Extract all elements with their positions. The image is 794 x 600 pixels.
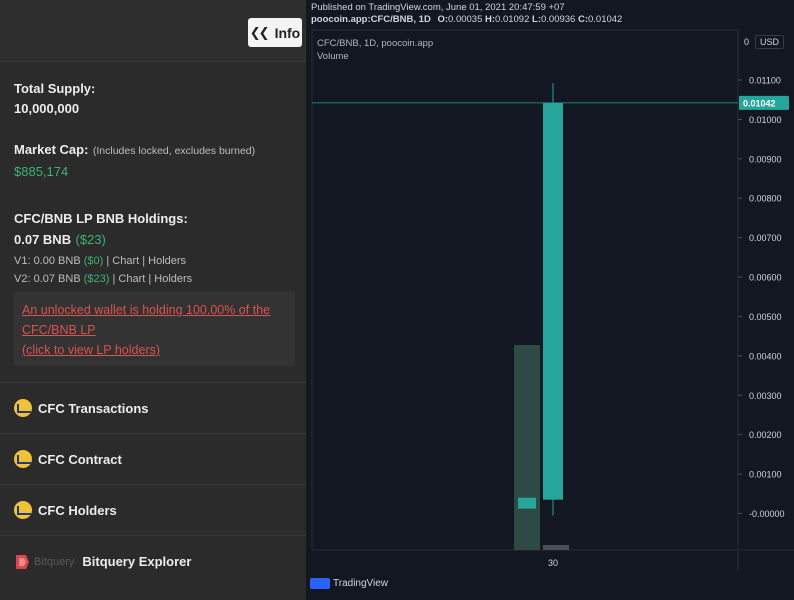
- lp-v2-row: V2: 0.07 BNB ($23) | Chart | Holders: [14, 273, 192, 285]
- last-price-label: 0.01042: [743, 98, 776, 108]
- y-tick-label: 0.00700: [749, 233, 782, 243]
- lp-warning-line-1: An unlocked wallet is holding 100.00% of…: [22, 303, 271, 317]
- chart-badge-icon: [14, 399, 32, 417]
- nav-contract[interactable]: CFC Contract: [0, 433, 306, 484]
- volume-bar: [543, 545, 569, 550]
- tradingview-footer[interactable]: TradingView: [310, 578, 388, 589]
- separator: |: [142, 255, 146, 267]
- chart-legend-title: CFC/BNB, 1D, poocoin.app: [317, 38, 434, 49]
- total-supply-label: Total Supply:: [14, 81, 96, 96]
- tradingview-footer-label: TradingView: [333, 578, 389, 589]
- y-tick-label: 0.00300: [749, 391, 782, 401]
- lp-holdings-value: 0.07 BNB: [14, 232, 72, 247]
- chevron-double-left-icon: ❮❮: [249, 24, 270, 40]
- currency-zero: 0: [744, 37, 750, 47]
- y-tick-label: 0.00200: [749, 430, 782, 440]
- token-info-panel: ❮❮ Info Total Supply: 10,000,000 Market …: [0, 0, 306, 600]
- info-toggle-button[interactable]: ❮❮ Info: [248, 18, 302, 47]
- chart-plot[interactable]: 0.01100 0.01000 0.00900 0.00800 0.00700 0.006…: [306, 0, 794, 600]
- currency-label: USD: [755, 35, 785, 49]
- lp-v2-usd: ($23): [83, 273, 110, 285]
- nav-transactions[interactable]: CFC Transactions: [0, 382, 306, 433]
- y-tick-label: 0.01100: [749, 76, 781, 86]
- lp-v2-chart-link[interactable]: Chart: [118, 273, 145, 285]
- bitquery-logo-icon: [16, 554, 29, 569]
- separator: |: [148, 273, 152, 285]
- y-tick-label: 0.00900: [749, 154, 782, 164]
- lp-v1-row: V1: 0.00 BNB ($0) | Chart | Holders: [14, 255, 192, 267]
- lp-holdings-usd: ($23): [75, 232, 106, 247]
- nav-holders-label: CFC Holders: [38, 502, 117, 518]
- lp-v1-amount: V1: 0.00 BNB: [14, 255, 81, 267]
- lp-v1-holders-link[interactable]: Holders: [148, 255, 186, 267]
- lp-holdings-block: CFC/BNB LP BNB Holdings: 0.07 BNB ($23) …: [14, 211, 192, 285]
- separator: |: [106, 255, 110, 267]
- unlocked-lp-warning: An unlocked wallet is holding 100.00% of…: [14, 291, 295, 366]
- bitquery-logo-text: Bitquery: [34, 555, 75, 568]
- info-button-label: Info: [274, 24, 301, 41]
- lp-warning-line-2: CFC/BNB LP: [22, 323, 96, 337]
- market-cap-block: Market Cap: (Includes locked, excludes b…: [14, 141, 255, 179]
- y-tick-label: 0.00800: [749, 194, 782, 204]
- candle-body: [543, 102, 563, 500]
- chart-badge-icon: [14, 450, 32, 468]
- nav-holders[interactable]: CFC Holders: [0, 484, 306, 535]
- y-tick-label: 0.00600: [749, 273, 782, 283]
- volume-bar: [514, 345, 540, 550]
- market-cap-label: Market Cap:: [14, 142, 89, 157]
- lp-v1-chart-link[interactable]: Chart: [112, 255, 139, 267]
- currency-selector[interactable]: 0 USD: [744, 35, 785, 49]
- lp-holdings-label: CFC/BNB LP BNB Holdings:: [14, 211, 188, 226]
- y-tick-label: -0.00000: [749, 509, 785, 519]
- y-tick-label: 0.00500: [749, 312, 782, 322]
- tradingview-logo-icon: [310, 578, 330, 589]
- lp-warning-link[interactable]: An unlocked wallet is holding 100.00% of…: [22, 300, 287, 360]
- nav-bitquery-label: Bitquery Explorer: [82, 554, 192, 569]
- y-tick-label: 0.01000: [749, 115, 782, 125]
- lp-v2-amount: V2: 0.07 BNB: [14, 273, 81, 285]
- nav-contract-label: CFC Contract: [38, 451, 122, 467]
- market-cap-value: $885,174: [14, 164, 69, 179]
- x-tick-label: 30: [548, 558, 558, 568]
- lp-warning-line-3: (click to view LP holders): [22, 343, 161, 357]
- chart-badge-icon: [14, 501, 32, 519]
- candle-body: [518, 497, 536, 509]
- nav-transactions-label: CFC Transactions: [38, 400, 149, 416]
- separator: |: [112, 273, 116, 285]
- total-supply-block: Total Supply: 10,000,000: [14, 81, 95, 116]
- y-tick-label: 0.00400: [749, 351, 782, 361]
- total-supply-value: 10,000,000: [14, 101, 80, 116]
- panel-topbar: ❮❮ Info: [0, 0, 306, 62]
- lp-v1-usd: ($0): [83, 255, 104, 267]
- nav-bitquery[interactable]: Bitquery Bitquery Explorer: [0, 535, 306, 587]
- market-cap-note: (Includes locked, excludes burned): [92, 145, 256, 157]
- tradingview-chart: Published on TradingView.com, June 01, 2…: [306, 0, 794, 600]
- chart-legend-volume: Volume: [317, 51, 349, 62]
- y-tick-label: 0.00100: [749, 470, 782, 480]
- lp-v2-holders-link[interactable]: Holders: [154, 273, 192, 285]
